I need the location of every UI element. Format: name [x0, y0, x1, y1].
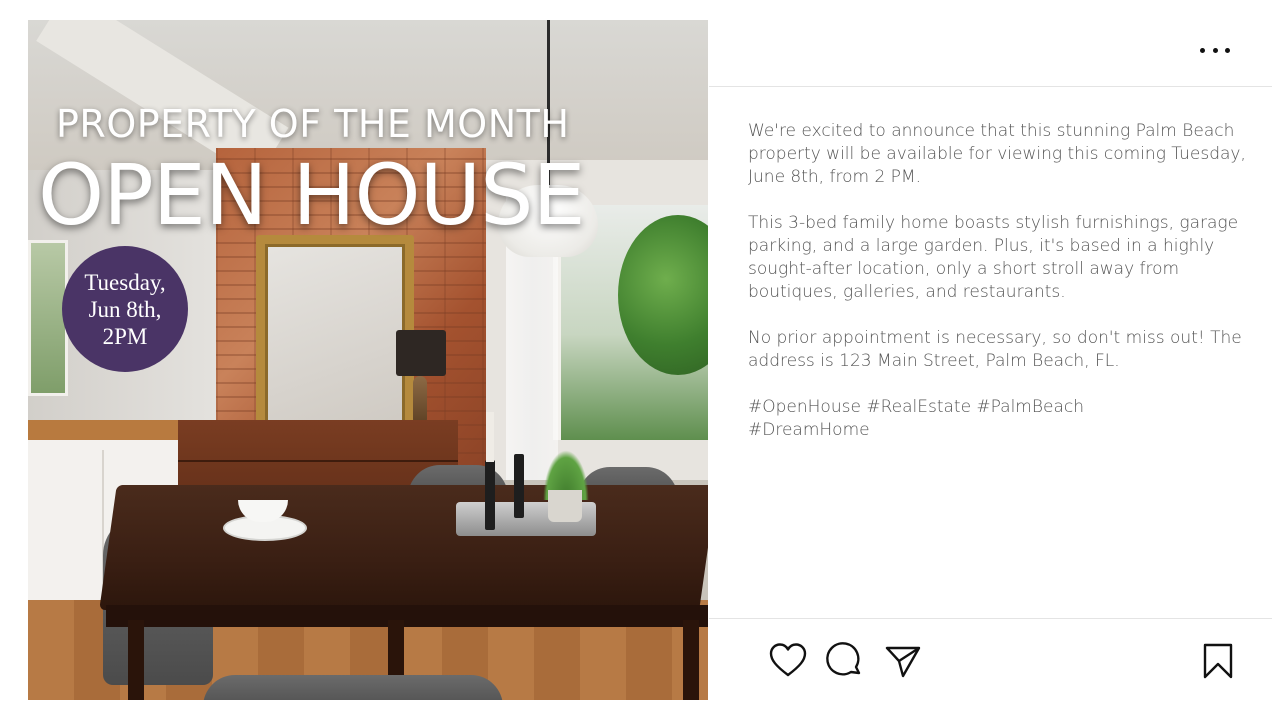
kitchen-counter	[28, 420, 188, 440]
post-actions	[709, 618, 1272, 703]
table-leg	[128, 620, 144, 700]
dining-table	[99, 485, 708, 610]
table-leg	[683, 620, 699, 700]
post-header	[709, 20, 1272, 87]
candle	[486, 412, 494, 462]
lamp-base	[413, 376, 427, 426]
candle-holder	[514, 454, 524, 518]
heart-icon[interactable]	[768, 641, 808, 681]
candle-holder	[485, 460, 495, 530]
post-caption: We're excited to announce that this stun…	[748, 120, 1248, 465]
lamp-shade	[396, 330, 446, 376]
gold-mirror	[256, 235, 414, 433]
caption-hashtags[interactable]: #OpenHouse #RealEstate #PalmBeach #Dream…	[748, 396, 1248, 442]
image-heading-small: PROPERTY OF THE MONTH	[56, 102, 570, 146]
sideboard-drawer-line	[178, 460, 458, 462]
caption-paragraph: No prior appointment is necessary, so do…	[748, 328, 1242, 371]
plant-pot	[548, 490, 582, 522]
post-card: PROPERTY OF THE MONTH OPEN HOUSE Tuesday…	[0, 0, 1272, 722]
date-badge-text: Tuesday, Jun 8th, 2PM	[84, 269, 166, 349]
comment-icon[interactable]	[825, 641, 865, 681]
post-image[interactable]: PROPERTY OF THE MONTH OPEN HOUSE Tuesday…	[28, 20, 708, 700]
image-heading-big: OPEN HOUSE	[38, 146, 586, 244]
caption-paragraph: We're excited to announce that this stun…	[748, 121, 1246, 187]
dot	[1212, 47, 1218, 53]
send-icon[interactable]	[883, 641, 923, 681]
more-horizontal-icon[interactable]	[1200, 44, 1230, 56]
table-edge	[106, 605, 708, 627]
caption-paragraph: This 3-bed family home boasts stylish fu…	[748, 213, 1239, 302]
bookmark-icon[interactable]	[1198, 641, 1238, 681]
dot	[1200, 47, 1205, 53]
chair-front	[203, 675, 503, 700]
dot	[1225, 47, 1230, 53]
date-badge: Tuesday, Jun 8th, 2PM	[62, 246, 188, 372]
